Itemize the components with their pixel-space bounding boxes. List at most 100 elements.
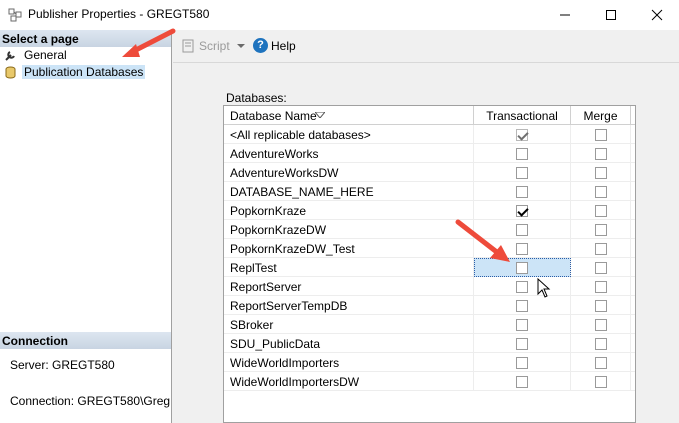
transactional-cell	[474, 163, 571, 182]
merge-checkbox[interactable]	[594, 148, 607, 160]
merge-cell	[571, 220, 631, 239]
database-name-cell: AdventureWorks	[224, 144, 474, 163]
table-row[interactable]: DATABASE_NAME_HERE	[224, 182, 635, 201]
maximize-button[interactable]	[588, 0, 634, 30]
table-row[interactable]: AdventureWorks	[224, 144, 635, 163]
databases-grid: Database Name Transactional Merge <All r…	[223, 105, 636, 423]
toolbar: Script ? Help	[173, 30, 679, 62]
transactional-cell	[474, 144, 571, 163]
transactional-cell	[474, 353, 571, 372]
minimize-button[interactable]	[542, 0, 588, 30]
merge-cell	[571, 201, 631, 220]
help-icon: ?	[253, 38, 268, 53]
merge-checkbox[interactable]	[594, 205, 607, 217]
table-row[interactable]: PopkornKrazeDW	[224, 220, 635, 239]
table-row[interactable]: <All replicable databases>	[224, 125, 635, 144]
database-name-cell: SDU_PublicData	[224, 334, 474, 353]
table-row[interactable]: AdventureWorksDW	[224, 163, 635, 182]
table-row[interactable]: ReportServer	[224, 277, 635, 296]
toolbar-divider	[173, 62, 679, 63]
merge-cell	[571, 296, 631, 315]
merge-checkbox[interactable]	[594, 262, 607, 274]
database-name-cell: WideWorldImportersDW	[224, 372, 474, 391]
close-icon	[651, 9, 663, 21]
table-row[interactable]: ReportServerTempDB	[224, 296, 635, 315]
merge-checkbox[interactable]	[594, 129, 607, 141]
merge-cell	[571, 163, 631, 182]
merge-checkbox[interactable]	[594, 376, 607, 388]
connection-header: Connection	[0, 332, 171, 349]
annotation-arrow	[455, 219, 510, 262]
transactional-cell	[474, 372, 571, 391]
table-row[interactable]: WideWorldImportersDW	[224, 372, 635, 391]
merge-checkbox[interactable]	[594, 319, 607, 331]
table-row[interactable]: ReplTest	[224, 258, 635, 277]
table-row[interactable]: WideWorldImporters	[224, 353, 635, 372]
nav-item-publication-databases[interactable]: Publication Databases	[4, 65, 164, 81]
databases-label: Databases:	[226, 91, 287, 105]
transactional-cell	[474, 277, 571, 296]
transactional-checkbox[interactable]	[516, 357, 528, 369]
transactional-checkbox[interactable]	[516, 167, 528, 179]
transactional-checkbox[interactable]	[516, 319, 528, 331]
transactional-checkbox[interactable]	[516, 129, 528, 141]
server-text: Server: GREGT580	[10, 358, 115, 372]
column-header-transactional[interactable]: Transactional	[474, 106, 571, 125]
database-name-cell: <All replicable databases>	[224, 125, 474, 144]
merge-checkbox[interactable]	[594, 338, 607, 350]
column-header-merge[interactable]: Merge	[571, 106, 631, 125]
merge-cell	[571, 315, 631, 334]
transactional-checkbox[interactable]	[516, 300, 528, 312]
database-name-cell: PopkornKrazeDW_Test	[224, 239, 474, 258]
database-name-cell: WideWorldImporters	[224, 353, 474, 372]
script-icon	[182, 39, 194, 53]
database-name-cell: DATABASE_NAME_HERE	[224, 182, 474, 201]
table-row[interactable]: PopkornKrazeDW_Test	[224, 239, 635, 258]
transactional-checkbox[interactable]	[516, 148, 528, 160]
database-name-cell: PopkornKraze	[224, 201, 474, 220]
merge-checkbox[interactable]	[594, 357, 607, 369]
nav-item-label: General	[24, 48, 67, 62]
transactional-checkbox[interactable]	[516, 338, 528, 350]
database-name-cell: AdventureWorksDW	[224, 163, 474, 182]
close-button[interactable]	[634, 0, 679, 30]
title-bar: Publisher Properties - GREGT580	[0, 0, 679, 30]
chevron-down-icon[interactable]	[237, 39, 245, 51]
merge-checkbox[interactable]	[594, 243, 607, 255]
grid-header: Database Name Transactional Merge	[224, 106, 635, 125]
merge-checkbox[interactable]	[594, 167, 607, 179]
table-row[interactable]: PopkornKraze	[224, 201, 635, 220]
merge-checkbox[interactable]	[594, 224, 607, 236]
database-icon	[5, 66, 16, 79]
merge-cell	[571, 334, 631, 353]
transactional-checkbox[interactable]	[516, 376, 528, 388]
merge-checkbox[interactable]	[594, 281, 607, 293]
merge-checkbox[interactable]	[594, 300, 607, 312]
database-name-cell: ReportServerTempDB	[224, 296, 474, 315]
merge-cell	[571, 182, 631, 201]
transactional-cell	[474, 334, 571, 353]
transactional-checkbox[interactable]	[516, 281, 528, 293]
merge-cell	[571, 239, 631, 258]
window-title: Publisher Properties - GREGT580	[28, 7, 210, 21]
transactional-cell	[474, 182, 571, 201]
sort-arrow-icon	[315, 112, 325, 118]
publisher-app-icon	[8, 8, 22, 22]
table-row[interactable]: SBroker	[224, 315, 635, 334]
script-label: Script	[199, 39, 230, 53]
right-panel: Script ? Help Databases: Database Name T…	[173, 30, 679, 423]
column-header-database-name[interactable]: Database Name	[224, 106, 474, 125]
wrench-icon	[5, 51, 15, 61]
transactional-cell	[474, 125, 571, 144]
left-panel: Select a page General Publication Databa…	[0, 30, 172, 423]
minimize-icon	[560, 14, 570, 16]
merge-checkbox[interactable]	[594, 186, 607, 198]
merge-cell	[571, 372, 631, 391]
mouse-cursor-icon	[537, 278, 551, 298]
table-row[interactable]: SDU_PublicData	[224, 334, 635, 353]
merge-cell	[571, 353, 631, 372]
database-name-cell: PopkornKrazeDW	[224, 220, 474, 239]
nav-item-label: Publication Databases	[22, 65, 146, 79]
merge-cell	[571, 144, 631, 163]
transactional-checkbox[interactable]	[516, 186, 528, 198]
